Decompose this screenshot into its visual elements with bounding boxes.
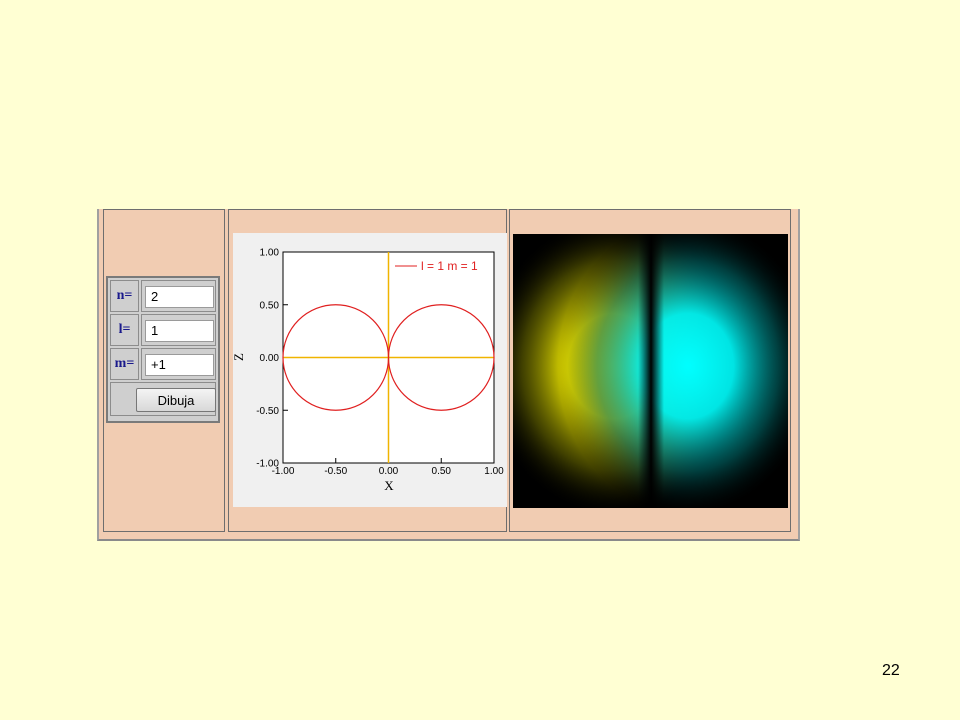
n-label: n= (110, 280, 139, 312)
y-tick-label: -1.00 (256, 459, 279, 470)
l-label: l= (110, 314, 139, 346)
legend-label: l = 1 m = 1 (421, 259, 478, 273)
m-cell: +1 (141, 348, 216, 380)
draw-button[interactable]: Dibuja (136, 388, 216, 412)
m-input[interactable]: +1 (145, 354, 214, 376)
x-tick-label: 0.50 (432, 466, 452, 477)
slide-page-number: 22 (882, 662, 900, 679)
y-axis-label: Z (233, 353, 246, 361)
x-axis-label: X (384, 478, 394, 493)
y-tick-label: 0.00 (260, 353, 280, 364)
polar-plot-panel: -1.00 -0.50 0.00 0.50 1.00 1.00 0.50 0.00 -0.50-… (228, 209, 507, 532)
plot-area: -1.00 -0.50 0.00 0.50 1.00 1.00 0.50 0.00 -0.50-… (231, 233, 507, 507)
l-row: l= 1 (110, 314, 216, 347)
applet-window: n= 2 l= 1 m= +1 Dibuja -1.00 -0.50 0.00 … (97, 209, 800, 541)
polar-chart: -1.00 -0.50 0.00 0.50 1.001.000.500.00-0.50-… (231, 248, 504, 494)
x-tick-label: 1.00 (484, 466, 504, 477)
orbital-image-panel (509, 209, 791, 532)
n-row: n= 2 (110, 280, 216, 313)
n-input[interactable]: 2 (145, 286, 214, 308)
nodal-plane (638, 234, 664, 508)
quantum-numbers-form: n= 2 l= 1 m= +1 Dibuja (106, 276, 220, 423)
x-tick-label: 0.00 (379, 466, 399, 477)
y-tick-label: 1.00 (260, 248, 280, 259)
button-row: Dibuja (110, 382, 216, 416)
orbital-image (513, 234, 788, 508)
y-tick-label: -0.50 (256, 406, 279, 417)
y-tick-label: 0.50 (260, 300, 280, 311)
orbital-density-plot (513, 234, 788, 508)
m-label: m= (110, 348, 139, 380)
l-cell: 1 (141, 314, 216, 346)
cyan-lobe (558, 234, 788, 508)
m-row: m= +1 (110, 348, 216, 381)
l-input[interactable]: 1 (145, 320, 214, 342)
n-cell: 2 (141, 280, 216, 312)
x-tick-label: -0.50 (324, 466, 347, 477)
controls-panel: n= 2 l= 1 m= +1 Dibuja (103, 209, 225, 532)
